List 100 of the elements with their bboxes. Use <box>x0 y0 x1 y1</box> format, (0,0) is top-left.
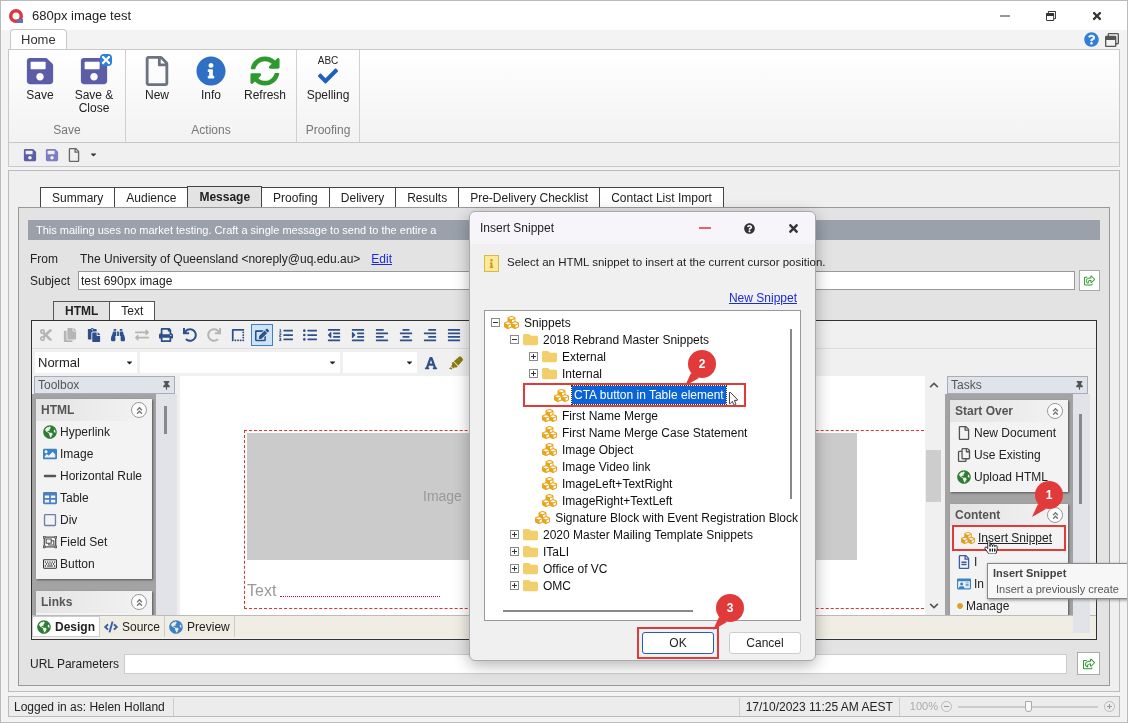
toolbox-item[interactable]: Table <box>60 489 89 507</box>
chevrons-up-icon <box>1050 510 1060 520</box>
task-item[interactable]: Use Existing <box>974 446 1041 464</box>
task-item[interactable]: New Document <box>974 424 1057 442</box>
collapse-button[interactable] <box>131 594 147 610</box>
insert-field-icon <box>1084 275 1095 286</box>
toolbox-item[interactable]: Hyperlink <box>60 423 110 441</box>
ribbon-button[interactable]: ABC Spelling <box>303 56 353 121</box>
dialog-button[interactable]: OK <box>642 632 714 654</box>
scrollbar[interactable] <box>925 376 942 615</box>
tree-item[interactable]: Internal <box>560 364 605 383</box>
replace-icon <box>135 327 149 342</box>
insert-field-icon <box>1082 657 1095 670</box>
tab[interactable]: Results <box>395 187 460 207</box>
task-item[interactable]: In <box>974 575 984 593</box>
ribbon-tab[interactable]: Home <box>10 29 67 49</box>
scrollbar[interactable] <box>156 394 177 615</box>
edit-link[interactable]: Edit <box>371 250 393 268</box>
expand-toggle[interactable] <box>509 581 519 590</box>
group-title: HTML <box>41 402 75 419</box>
cubes-icon <box>554 387 569 403</box>
view-tab[interactable]: Design <box>32 616 100 637</box>
collapse-button[interactable] <box>1047 403 1063 419</box>
ribbon-button[interactable]: Info <box>186 56 236 121</box>
tree-item[interactable]: OMC <box>541 576 573 595</box>
cubes-icon <box>961 531 975 545</box>
tree-item[interactable]: First Name Merge <box>560 406 661 425</box>
tab[interactable]: Contact List Import <box>599 187 724 207</box>
slider-thumb[interactable] <box>1025 700 1032 712</box>
expand-toggle[interactable] <box>528 369 538 378</box>
edit-button[interactable] <box>251 323 273 346</box>
task-item[interactable]: Manage <box>966 597 1010 615</box>
folder-icon <box>523 527 538 542</box>
tree-item[interactable]: Image Video link <box>560 457 653 476</box>
tree-item[interactable]: Snippets <box>522 313 573 332</box>
insert-field-button[interactable] <box>1079 270 1100 291</box>
dialog-button[interactable]: Cancel <box>729 632 801 654</box>
task-item[interactable]: Insert Snippet <box>978 529 1053 547</box>
folder-icon <box>523 578 538 593</box>
task-item[interactable]: I <box>974 553 978 571</box>
expand-toggle[interactable] <box>528 352 538 361</box>
scrollbar[interactable] <box>503 610 693 612</box>
toolbox-item[interactable]: Horizontal Rule <box>60 467 143 485</box>
help-icon <box>1084 32 1099 47</box>
expand-toggle[interactable] <box>509 530 519 539</box>
scrollbar[interactable] <box>790 329 792 499</box>
group-icon <box>43 535 57 549</box>
tree-item[interactable]: External <box>560 347 609 366</box>
toolbox-item[interactable]: Div <box>60 511 78 529</box>
collapse-button[interactable] <box>1047 507 1063 523</box>
expand-toggle[interactable] <box>509 564 519 573</box>
toolbox-item[interactable]: Image <box>60 445 94 463</box>
card-icon <box>957 577 971 591</box>
view-tab[interactable]: Preview <box>165 616 235 637</box>
bullet-list-icon <box>303 327 317 342</box>
pin-icon <box>162 380 171 390</box>
numbered-list-icon <box>279 327 293 342</box>
view-tab[interactable]: Source <box>100 616 166 637</box>
collapse-button[interactable] <box>131 402 147 418</box>
tree-item[interactable]: 2018 Rebrand Master Snippets <box>541 330 712 349</box>
tab[interactable]: Summary <box>40 187 116 207</box>
tree-item[interactable]: ImageRight+TextLeft <box>560 491 675 510</box>
tab[interactable]: Text <box>109 301 156 320</box>
cubes-icon <box>542 408 557 423</box>
highlighter-icon <box>449 355 463 370</box>
tree-item[interactable]: Office of VC <box>541 559 610 578</box>
tab[interactable]: Pre-Delivery Checklist <box>458 187 601 207</box>
tree-item[interactable]: ITaLI <box>541 542 571 561</box>
folder-icon <box>542 366 557 381</box>
ribbon-button[interactable]: New <box>132 56 182 121</box>
insert-field-button[interactable] <box>1077 652 1100 675</box>
tree-item[interactable]: CTA button in Table element <box>572 386 726 404</box>
tab[interactable]: Audience <box>114 187 189 207</box>
zoom-level: 100% <box>909 699 938 715</box>
scrollbar-thumb[interactable] <box>926 450 941 502</box>
toolbox-item[interactable]: Field Set <box>60 533 108 551</box>
new-snippet-link[interactable]: New Snippet <box>728 289 797 307</box>
collapse-toggle[interactable] <box>509 335 519 344</box>
tab[interactable]: HTML <box>53 301 111 320</box>
field-label: Subject <box>29 272 72 290</box>
tab[interactable]: Proofing <box>261 187 330 207</box>
ribbon-button[interactable]: Refresh <box>240 56 290 121</box>
tree-item[interactable]: Signature Block with Event Registration Block <box>553 508 800 527</box>
tree-item[interactable]: 2020 Master Mailing Template Snippets <box>541 525 755 544</box>
ribbon-button[interactable]: Save & Close <box>69 56 119 121</box>
expand-toggle[interactable] <box>509 547 519 556</box>
tree-item[interactable]: First Name Merge Case Statement <box>560 423 750 442</box>
tree-item[interactable]: ImageLeft+TextRight <box>560 474 675 493</box>
tab[interactable]: Message <box>187 186 263 207</box>
collapse-toggle[interactable] <box>490 318 500 327</box>
style-dropdown[interactable]: Normal <box>35 352 137 373</box>
tree-item[interactable]: Image Object <box>560 440 636 459</box>
tooltip-title: Insert Snippet <box>993 566 1068 580</box>
toolbox-item[interactable]: Button <box>60 555 95 573</box>
tab[interactable]: Delivery <box>328 187 397 207</box>
printer-icon <box>159 327 173 342</box>
keyboard-icon <box>43 557 57 571</box>
floppy-disk-close-icon <box>79 56 109 86</box>
ribbon-button[interactable]: Save <box>15 56 65 121</box>
cubes-icon <box>542 442 557 457</box>
